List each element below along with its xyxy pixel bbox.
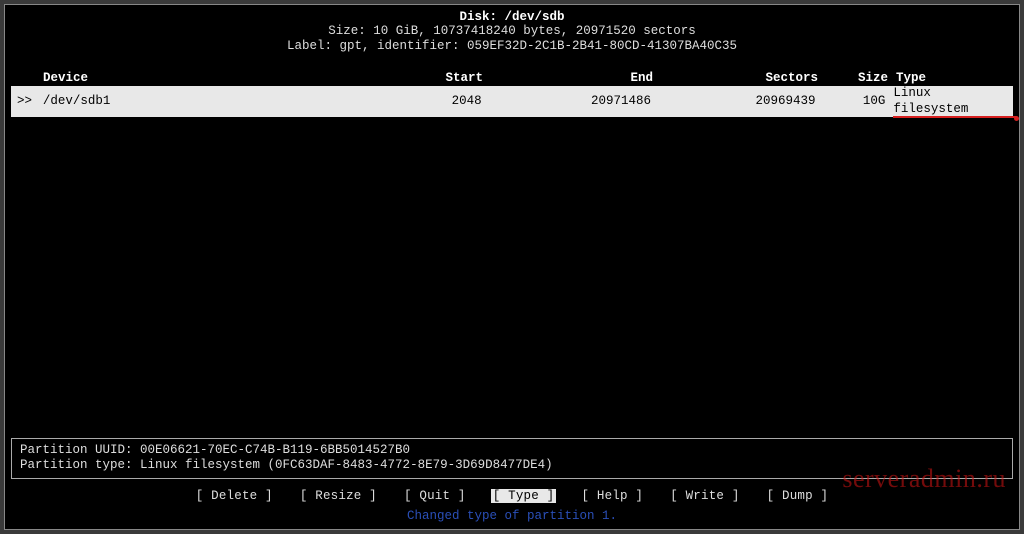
- partition-type-line: Partition type: Linux filesystem (0FC63D…: [20, 458, 1004, 474]
- cell-start: 2048: [312, 94, 481, 110]
- terminal-frame: Disk: /dev/sdb Size: 10 GiB, 10737418240…: [4, 4, 1020, 530]
- partition-info-box: Partition UUID: 00E06621-70EC-C74B-B119-…: [11, 438, 1013, 479]
- cell-type-text: Linux filesystem: [893, 86, 1013, 117]
- status-message: Changed type of partition 1.: [11, 509, 1013, 523]
- empty-area: [11, 117, 1013, 437]
- cell-size: 10G: [816, 94, 886, 110]
- disk-size-line: Size: 10 GiB, 10737418240 bytes, 2097152…: [11, 24, 1013, 38]
- cell-device: /dev/sdb1: [43, 94, 312, 110]
- partition-table-header: Device Start End Sectors Size Type: [11, 71, 1013, 86]
- partition-uuid-line: Partition UUID: 00E06621-70EC-C74B-B119-…: [20, 443, 1004, 459]
- col-header-device: Device: [43, 71, 313, 86]
- partition-row-selected[interactable]: >> /dev/sdb1 2048 20971486 20969439 10G …: [11, 86, 1013, 117]
- menu-help[interactable]: [ Help ]: [579, 489, 645, 503]
- cell-sectors: 20969439: [651, 94, 816, 110]
- disk-title-label: Disk:: [459, 10, 504, 24]
- cell-end: 20971486: [482, 94, 651, 110]
- menu-quit[interactable]: [ Quit ]: [402, 489, 468, 503]
- col-header-start: Start: [313, 71, 483, 86]
- disk-header: Disk: /dev/sdb Size: 10 GiB, 10737418240…: [11, 8, 1013, 53]
- col-header-sectors: Sectors: [653, 71, 818, 86]
- col-header-size: Size: [818, 71, 888, 86]
- menu-type[interactable]: [ Type ]: [491, 489, 557, 503]
- menu-resize[interactable]: [ Resize ]: [298, 489, 379, 503]
- menu-dump[interactable]: [ Dump ]: [765, 489, 831, 503]
- disk-path: /dev/sdb: [505, 10, 565, 24]
- menu-write[interactable]: [ Write ]: [668, 489, 741, 503]
- menu-delete[interactable]: [ Delete ]: [194, 489, 275, 503]
- cell-type: Linux filesystem: [885, 86, 1013, 117]
- menu-bar: [ Delete ] [ Resize ] [ Quit ] [ Type ] …: [11, 489, 1013, 503]
- disk-label-line: Label: gpt, identifier: 059EF32D-2C1B-2B…: [11, 39, 1013, 53]
- row-selector-indicator: >>: [17, 94, 43, 110]
- col-header-type: Type: [888, 71, 926, 86]
- col-header-end: End: [483, 71, 653, 86]
